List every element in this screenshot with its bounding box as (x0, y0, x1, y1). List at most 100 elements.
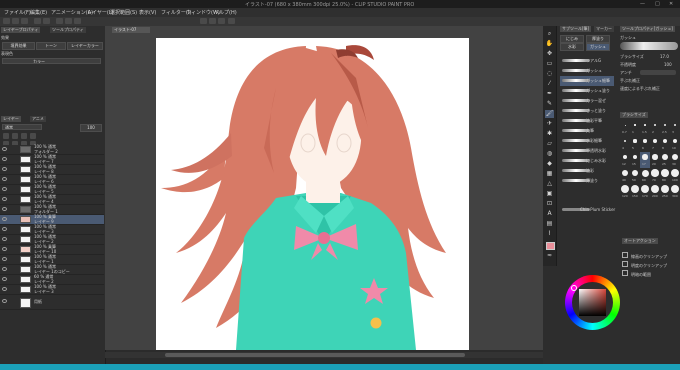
auto-action-row[interactable]: 明暗の範囲 (622, 270, 680, 277)
brush-item[interactable]: 油彩平筆 (560, 116, 614, 126)
brush-size-cell[interactable]: 300 (670, 184, 680, 200)
brush-item[interactable]: 不透明水彩 (560, 146, 614, 156)
brush-item[interactable]: 薄塗り (560, 176, 614, 186)
brush-size-cell[interactable]: 8 (660, 136, 670, 152)
tab-layer-property[interactable]: レイヤープロパティ (1, 27, 41, 33)
group-bleed[interactable]: にじみ (560, 35, 584, 43)
pencil-tool-icon[interactable]: ✎ (545, 100, 554, 108)
zoom-tool-icon[interactable]: ⌕ (545, 30, 554, 38)
brush-size-cell[interactable]: 50 (630, 168, 640, 184)
brush-item-selected[interactable]: ガッシュ細筆 (560, 76, 614, 86)
menu-help[interactable]: ヘルプ(H) (214, 9, 237, 16)
brush-size-cell[interactable]: 120 (620, 184, 630, 200)
menu-edit[interactable]: 編集(E) (30, 9, 47, 16)
brush-size-cell[interactable]: 150 (630, 184, 640, 200)
select-tool-icon[interactable]: ▭ (545, 60, 554, 68)
brush-size-value[interactable]: 17.0 (660, 54, 669, 59)
eye-icon[interactable] (2, 177, 7, 181)
brush-size-cell[interactable]: 1 (630, 120, 640, 136)
clip-icon[interactable] (3, 133, 9, 139)
brush-size-cell[interactable]: 2.5 (660, 120, 670, 136)
blend-tool-icon[interactable]: ◍ (545, 150, 554, 158)
brush-size-cell[interactable]: 20 (650, 152, 660, 168)
brush-tool-icon[interactable]: 🖌 (545, 110, 554, 118)
maximize-button[interactable]: □ (655, 1, 660, 7)
text-tool-icon[interactable]: A (545, 210, 554, 218)
decoration-tool-icon[interactable]: ✱ (545, 130, 554, 138)
eye-icon[interactable] (2, 287, 7, 291)
brush-item[interactable]: 水彩細筆 (560, 136, 614, 146)
brush-item[interactable]: Chin Plum Sticker (560, 205, 615, 215)
ruler-icon[interactable] (228, 18, 235, 24)
ruler-tool-icon[interactable]: ⊡ (545, 200, 554, 208)
layer-row-paper[interactable]: 用紙 (0, 297, 104, 310)
eye-icon[interactable] (2, 267, 7, 271)
figure-tool-icon[interactable]: △ (545, 180, 554, 188)
gradient-tool-icon[interactable]: ▦ (545, 170, 554, 178)
blend-mode-select[interactable]: 通常 (2, 124, 42, 130)
brush-item[interactable]: カラー混ぜ (560, 96, 614, 106)
eye-icon[interactable] (2, 167, 7, 171)
brush-size-cell[interactable]: 6 (640, 136, 650, 152)
brush-item[interactable]: にじみ水彩 (560, 156, 614, 166)
tab-tool-property-brush[interactable]: ツールプロパティ[ガッシュ] (620, 26, 675, 32)
swap-color-icon[interactable]: ≈ (545, 252, 554, 260)
eraser-tool-icon[interactable]: ▱ (545, 140, 554, 148)
brush-size-cell[interactable]: 60 (640, 168, 650, 184)
menu-view[interactable]: 表示(V) (139, 9, 156, 16)
brush-size-cell[interactable]: 80 (660, 168, 670, 184)
new-icon[interactable] (3, 18, 10, 24)
brush-item[interactable]: リアルG (560, 56, 614, 66)
color-wheel[interactable] (565, 275, 620, 330)
scroll-thumb[interactable] (165, 353, 465, 357)
eye-icon[interactable] (2, 299, 7, 303)
group-thick[interactable]: 厚塗り (586, 35, 610, 43)
brush-size-cell[interactable]: 100 (670, 168, 680, 184)
expression-color-select[interactable]: カラー (2, 58, 101, 64)
brush-size-cell[interactable]: 2 (650, 120, 660, 136)
opacity-input[interactable]: 100 (80, 124, 102, 132)
brush-item[interactable]: 油彩 (560, 166, 614, 176)
brush-item[interactable]: ガッシュ (560, 66, 614, 76)
reference-icon[interactable] (12, 133, 18, 139)
brush-size-cell[interactable]: 1.5 (640, 120, 650, 136)
layer-color-button[interactable]: レイヤーカラー (67, 42, 103, 50)
tab-auto-action[interactable]: オートアクション (622, 238, 658, 244)
brush-size-cell[interactable]: 12 (620, 152, 630, 168)
tab-brush-size[interactable]: ブラシサイズ (620, 112, 648, 118)
brush-size-cell[interactable]: 250 (660, 184, 670, 200)
move-tool-icon[interactable]: ✥ (545, 50, 554, 58)
canvas-paper[interactable] (156, 38, 469, 350)
color-square[interactable] (579, 289, 606, 316)
airbrush-tool-icon[interactable]: ✈ (545, 120, 554, 128)
open-icon[interactable] (12, 18, 19, 24)
invert-selection-icon[interactable] (209, 18, 216, 24)
correct-line-icon[interactable]: ⌇ (545, 230, 554, 238)
tab-animation[interactable]: アニメ (30, 116, 46, 122)
brush-size-cell[interactable]: 4 (620, 136, 630, 152)
brush-item[interactable]: ガッシュ塗り (560, 86, 614, 96)
brush-item[interactable]: さっと塗り (560, 106, 614, 116)
eye-icon[interactable] (2, 187, 7, 191)
brush-size-cell[interactable]: 0.7 (620, 120, 630, 136)
snap-icon[interactable] (218, 18, 225, 24)
group-gouache[interactable]: ガッシュ (586, 43, 610, 51)
eye-icon[interactable] (2, 237, 7, 241)
horizontal-scrollbar[interactable] (105, 352, 543, 358)
auto-action-row[interactable]: 明度のクリンアップ (622, 261, 680, 268)
eye-icon[interactable] (2, 197, 7, 201)
minimize-button[interactable]: — (640, 1, 645, 7)
eye-icon[interactable] (2, 277, 7, 281)
transform-icon[interactable] (65, 18, 72, 24)
eye-icon[interactable] (2, 147, 7, 151)
hue-handle[interactable] (571, 285, 577, 291)
canvas-tab[interactable]: イラスト-07 (112, 27, 150, 33)
eye-icon[interactable] (2, 157, 7, 161)
pen-tool-icon[interactable]: ✒ (545, 90, 554, 98)
eyedropper-icon[interactable]: ⁄ (545, 80, 554, 88)
brush-size-cell[interactable]: 170 (640, 184, 650, 200)
border-effect-button[interactable]: 境界効果 (2, 42, 35, 50)
menu-selection[interactable]: 選択範囲(S) (110, 9, 137, 16)
eye-icon[interactable] (2, 207, 7, 211)
lock-transparent-icon[interactable] (30, 133, 36, 139)
